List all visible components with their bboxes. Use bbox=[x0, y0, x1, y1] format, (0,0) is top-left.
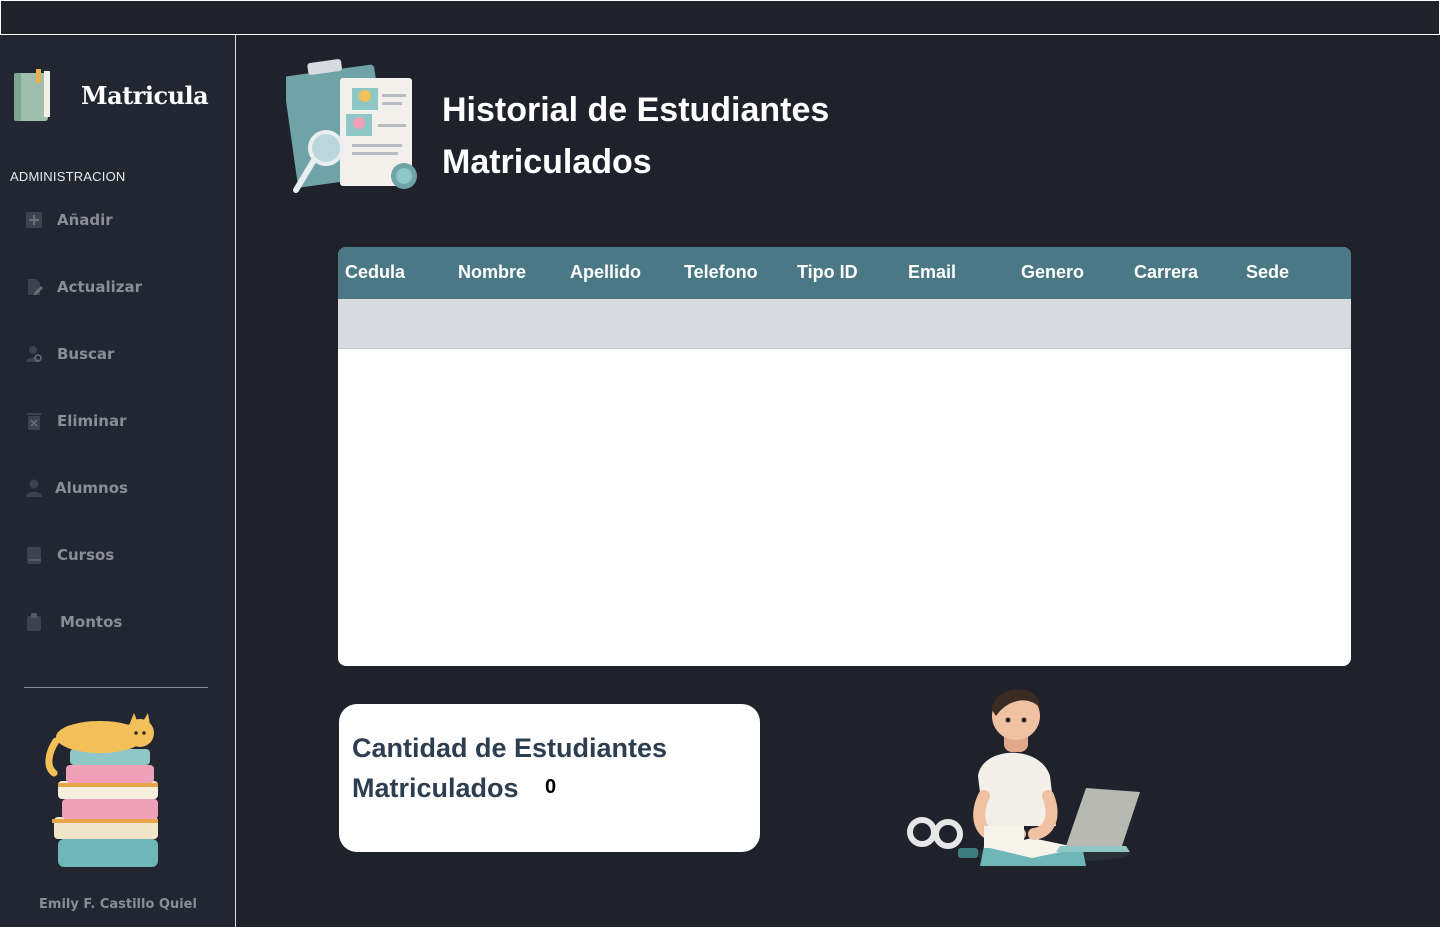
sidebar-item-anadir[interactable]: Añadir bbox=[24, 206, 224, 234]
column-header-cedula[interactable]: Cedula bbox=[345, 262, 405, 283]
notebook-icon bbox=[14, 69, 50, 121]
column-header-sede[interactable]: Sede bbox=[1246, 262, 1289, 283]
section-label: ADMINISTRACION bbox=[10, 169, 126, 184]
sidebar-item-label: Eliminar bbox=[57, 412, 127, 430]
sidebar-item-cursos[interactable]: Cursos bbox=[24, 541, 224, 569]
books-with-cat-illustration bbox=[45, 713, 158, 867]
file-edit-icon bbox=[28, 279, 43, 295]
column-header-genero[interactable]: Genero bbox=[1021, 262, 1084, 283]
enrolled-count-value: 0 bbox=[545, 776, 557, 798]
students-table: Cedula Nombre Apellido Telefono Tipo ID … bbox=[338, 247, 1351, 666]
enrolled-count-label: Cantidad de Estudiantes Matriculados bbox=[352, 733, 668, 803]
sidebar-item-label: Alumnos bbox=[55, 479, 128, 497]
sidebar-item-label: Montos bbox=[60, 613, 123, 631]
sidebar-item-label: Cursos bbox=[57, 546, 115, 564]
top-bar bbox=[0, 0, 1440, 35]
sidebar-item-eliminar[interactable]: Eliminar bbox=[24, 407, 224, 435]
app-title: Matricula bbox=[81, 81, 209, 110]
user-search-icon bbox=[26, 346, 42, 362]
author-name: Emily F. Castillo Quiel bbox=[39, 897, 197, 912]
student-studying-illustration bbox=[907, 689, 1140, 866]
sidebar-item-alumnos[interactable]: Alumnos bbox=[24, 474, 224, 502]
book-icon bbox=[27, 547, 41, 564]
column-header-email[interactable]: Email bbox=[908, 262, 956, 283]
table-header: Cedula Nombre Apellido Telefono Tipo ID … bbox=[338, 247, 1351, 299]
column-header-apellido[interactable]: Apellido bbox=[570, 262, 641, 283]
sidebar-item-buscar[interactable]: Buscar bbox=[24, 340, 224, 368]
clipboard-icon bbox=[27, 613, 41, 631]
sidebar: Matricula ADMINISTRACION Añadir Actualiz… bbox=[0, 35, 236, 927]
student-records-illustration bbox=[286, 59, 417, 193]
column-header-telefono[interactable]: Telefono bbox=[684, 262, 758, 283]
sidebar-divider bbox=[24, 687, 208, 688]
column-header-carrera[interactable]: Carrera bbox=[1134, 262, 1198, 283]
column-header-nombre[interactable]: Nombre bbox=[458, 262, 526, 283]
sidebar-item-label: Buscar bbox=[57, 345, 115, 363]
sidebar-item-label: Añadir bbox=[57, 211, 113, 229]
enrolled-count-card: Cantidad de Estudiantes Matriculados 0 bbox=[339, 704, 760, 852]
sidebar-item-label: Actualizar bbox=[57, 278, 143, 296]
trash-icon bbox=[27, 413, 41, 430]
user-icon bbox=[26, 479, 42, 497]
table-row[interactable] bbox=[338, 299, 1351, 349]
sidebar-item-actualizar[interactable]: Actualizar bbox=[24, 273, 224, 301]
page-title: Historial de Estudiantes Matriculados bbox=[442, 91, 830, 181]
column-header-tipo-id[interactable]: Tipo ID bbox=[797, 262, 858, 283]
brand: Matricula bbox=[8, 65, 228, 125]
plus-square-icon bbox=[26, 212, 42, 228]
sidebar-item-montos[interactable]: Montos bbox=[24, 608, 224, 636]
